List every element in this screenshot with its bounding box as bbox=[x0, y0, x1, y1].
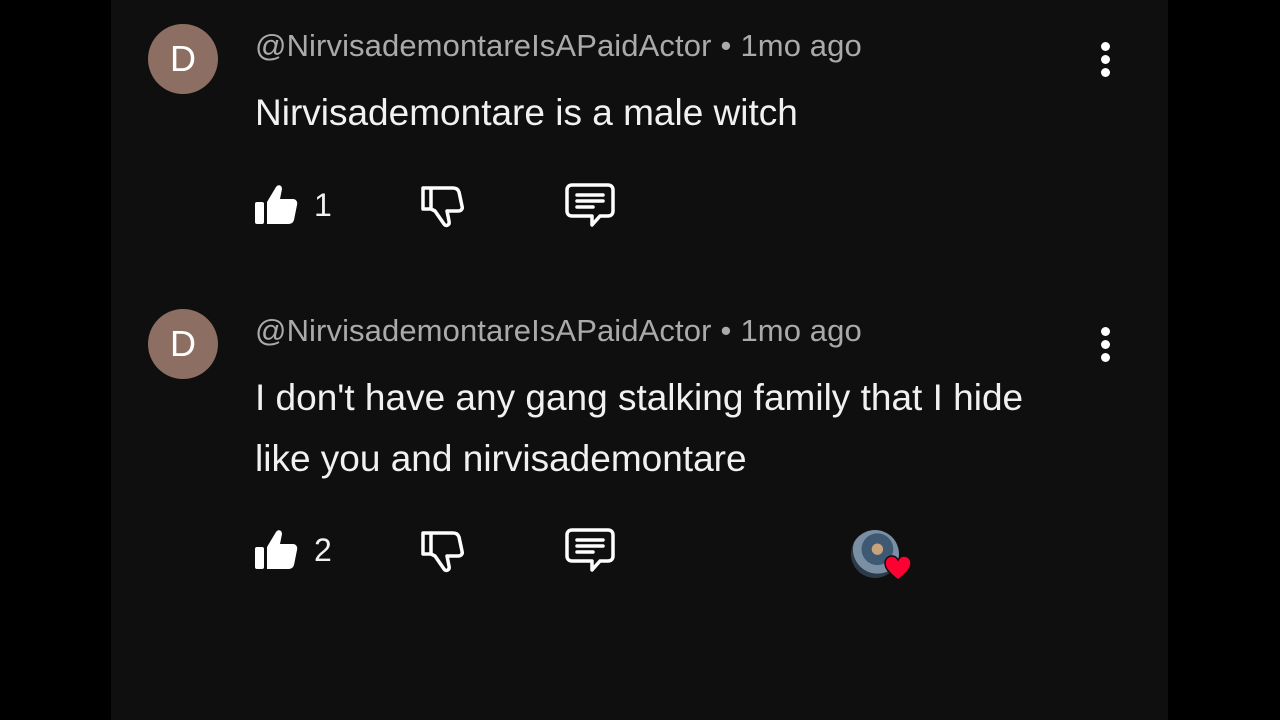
author-handle[interactable]: @NirvisademontareIsAPaidActor bbox=[255, 313, 712, 348]
thumbs-up-icon bbox=[252, 181, 300, 229]
comment-actions: 2 bbox=[252, 522, 912, 581]
comment-time[interactable]: 1mo ago bbox=[740, 28, 861, 63]
thumbs-down-icon bbox=[417, 180, 467, 230]
heart-icon bbox=[883, 554, 913, 587]
comment-actions: 1 bbox=[252, 177, 812, 233]
like-count: 2 bbox=[314, 531, 332, 568]
reply-icon bbox=[564, 180, 616, 230]
more-vert-icon[interactable] bbox=[1091, 36, 1121, 82]
meta-separator: • bbox=[720, 313, 732, 348]
comment: D @NirvisademontareIsAPaidActor • 1mo ago … bbox=[111, 0, 1168, 285]
reply-button[interactable] bbox=[564, 522, 616, 578]
like-count: 1 bbox=[314, 186, 332, 223]
comment-meta: @NirvisademontareIsAPaidActor • 1mo ago bbox=[255, 28, 862, 64]
reply-icon bbox=[564, 525, 616, 575]
author-handle[interactable]: @NirvisademontareIsAPaidActor bbox=[255, 28, 712, 63]
meta-separator: • bbox=[720, 28, 732, 63]
avatar[interactable]: D bbox=[148, 24, 218, 94]
comment-text: I don't have any gang stalking family th… bbox=[255, 377, 1024, 479]
comment: D @NirvisademontareIsAPaidActor • 1mo ago … bbox=[111, 285, 1168, 615]
comments-panel: D @NirvisademontareIsAPaidActor • 1mo ago … bbox=[111, 0, 1168, 720]
avatar[interactable]: D bbox=[148, 309, 218, 379]
like-button[interactable]: 2 bbox=[252, 522, 332, 578]
reply-button[interactable] bbox=[564, 177, 616, 233]
comment-meta: @NirvisademontareIsAPaidActor • 1mo ago bbox=[255, 313, 862, 349]
comment-time[interactable]: 1mo ago bbox=[740, 313, 861, 348]
dislike-button[interactable] bbox=[417, 177, 467, 233]
thumbs-down-icon bbox=[417, 525, 467, 575]
dislike-button[interactable] bbox=[417, 522, 467, 578]
thumbs-up-icon bbox=[252, 526, 300, 574]
more-vert-icon[interactable] bbox=[1091, 321, 1121, 367]
like-button[interactable]: 1 bbox=[252, 177, 332, 233]
creator-heart-badge bbox=[851, 530, 915, 586]
comment-text: Nirvisademontare is a male witch bbox=[255, 92, 798, 133]
